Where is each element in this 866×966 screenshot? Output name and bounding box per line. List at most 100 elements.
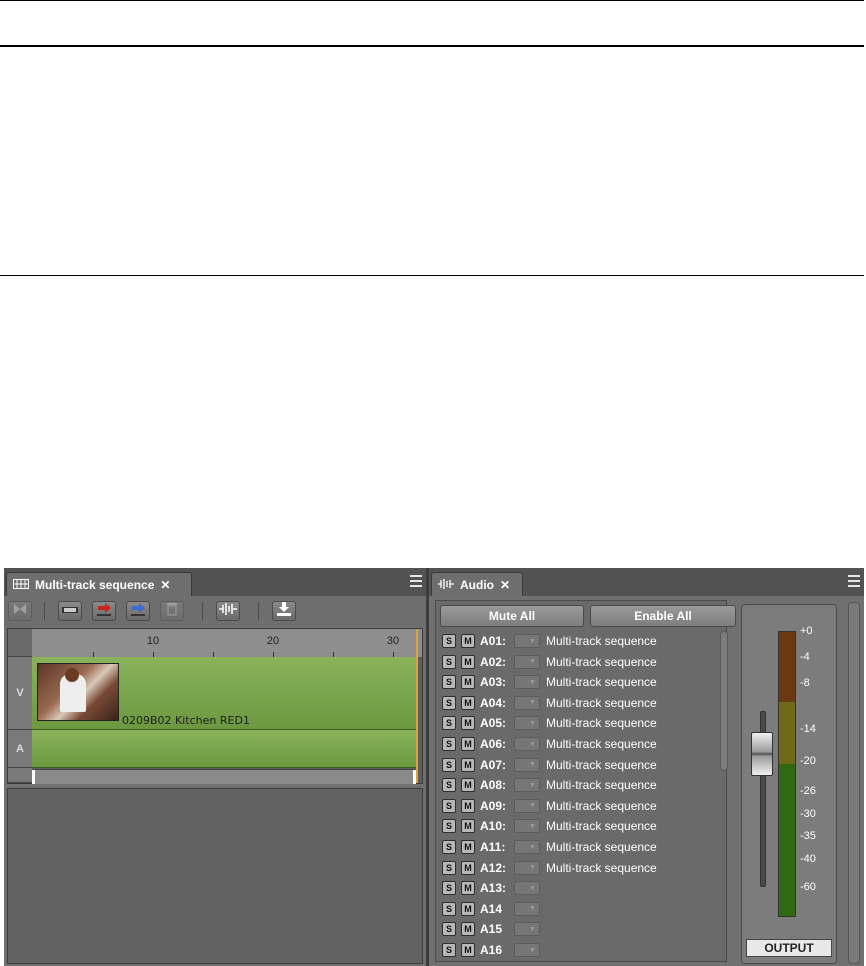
- solo-button[interactable]: S: [442, 860, 456, 875]
- panel-menu-icon[interactable]: [848, 575, 860, 587]
- mute-button[interactable]: M: [461, 695, 475, 710]
- channel-source-dropdown[interactable]: ▼: [514, 695, 540, 710]
- channel-source-dropdown[interactable]: ▼: [514, 716, 540, 731]
- channel-source-dropdown[interactable]: ▼: [514, 798, 540, 813]
- mute-button[interactable]: M: [461, 881, 475, 896]
- tab-title: Multi-track sequence: [35, 577, 155, 592]
- solo-button[interactable]: S: [442, 695, 456, 710]
- time-ruler[interactable]: 10 20 30: [32, 629, 422, 658]
- mark-in-out-button[interactable]: [8, 601, 32, 621]
- audio-panel-scrollbar[interactable]: [848, 602, 860, 964]
- solo-button[interactable]: S: [442, 798, 456, 813]
- channel-source-dropdown[interactable]: ▼: [514, 654, 540, 669]
- mute-all-button[interactable]: Mute All: [440, 605, 584, 627]
- splice-button[interactable]: [126, 601, 150, 621]
- mute-button[interactable]: M: [461, 737, 475, 751]
- audio-channel-row: S M A05: ▼ Multi-track sequence: [442, 713, 657, 733]
- mute-button[interactable]: M: [461, 634, 475, 648]
- channel-source-dropdown[interactable]: ▼: [514, 922, 540, 937]
- solo-button[interactable]: S: [442, 716, 456, 731]
- chevron-down-icon: ▼: [529, 884, 536, 892]
- solo-button[interactable]: S: [442, 922, 456, 937]
- overwrite-button[interactable]: [92, 601, 116, 621]
- channel-source: Multi-track sequence: [546, 675, 657, 690]
- solo-button[interactable]: S: [442, 634, 456, 648]
- mute-button[interactable]: M: [461, 757, 475, 772]
- channel-mixer: Mute All Enable All S M A01: ▼ Multi-track s…: [435, 600, 736, 962]
- delete-button[interactable]: [160, 601, 184, 621]
- channel-source-dropdown[interactable]: ▼: [514, 675, 540, 690]
- solo-button[interactable]: S: [442, 943, 456, 957]
- clip-button[interactable]: [58, 601, 82, 621]
- track-head-audio[interactable]: A: [8, 730, 32, 768]
- solo-button[interactable]: S: [442, 778, 456, 793]
- toolbar-separator: [202, 602, 203, 620]
- meter-yellow-zone: [779, 702, 795, 764]
- mute-button[interactable]: M: [461, 675, 475, 690]
- output-volume-knob[interactable]: [751, 732, 773, 776]
- track-head-video[interactable]: V: [8, 657, 32, 730]
- tab-multi-track-sequence[interactable]: Multi-track sequence ✕: [6, 572, 192, 596]
- channel-source-dropdown[interactable]: ▼: [514, 860, 540, 875]
- mark-in-out-icon: [13, 602, 27, 620]
- audio-track[interactable]: [32, 730, 416, 768]
- chevron-down-icon: ▼: [529, 781, 536, 789]
- chevron-down-icon: ▼: [529, 699, 536, 707]
- channel-source-dropdown[interactable]: ▼: [514, 943, 540, 957]
- close-icon[interactable]: ✕: [500, 578, 510, 592]
- panel-menu-icon[interactable]: [410, 575, 422, 587]
- channel-name: A07:: [480, 757, 507, 772]
- timeline-area[interactable]: 10 20 30 V 0209B02 Kitchen RED1 A: [7, 628, 423, 784]
- trash-icon: [166, 602, 178, 621]
- channel-source-dropdown[interactable]: ▼: [514, 757, 540, 772]
- mute-button[interactable]: M: [461, 778, 475, 793]
- tab-audio[interactable]: Audio ✕: [431, 572, 523, 596]
- video-track[interactable]: 0209B02 Kitchen RED1: [32, 657, 416, 730]
- toolbar-separator: [44, 602, 45, 620]
- top-rule: [0, 0, 864, 1]
- solo-button[interactable]: S: [442, 840, 456, 854]
- channel-source-dropdown[interactable]: ▼: [514, 840, 540, 854]
- export-button[interactable]: [272, 601, 296, 621]
- mute-button[interactable]: M: [461, 716, 475, 731]
- meter-green-zone: [779, 764, 795, 916]
- channel-source: Multi-track sequence: [546, 695, 657, 710]
- ruler-corner: [8, 629, 32, 657]
- mute-button[interactable]: M: [461, 798, 475, 813]
- solo-button[interactable]: S: [442, 901, 456, 916]
- solo-button[interactable]: S: [442, 654, 456, 669]
- channel-source-dropdown[interactable]: ▼: [514, 737, 540, 751]
- enable-all-button[interactable]: Enable All: [590, 605, 736, 627]
- chevron-down-icon: ▼: [529, 637, 536, 645]
- audio-channel-row: S M A01: ▼ Multi-track sequence: [442, 631, 657, 651]
- mute-button[interactable]: M: [461, 922, 475, 937]
- channel-name: A04:: [480, 695, 507, 710]
- solo-button[interactable]: S: [442, 737, 456, 751]
- channel-source-dropdown[interactable]: ▼: [514, 634, 540, 648]
- audio-channel-row: S M A03: ▼ Multi-track sequence: [442, 672, 657, 692]
- channel-source-dropdown[interactable]: ▼: [514, 901, 540, 916]
- close-icon[interactable]: ✕: [160, 578, 170, 592]
- solo-button[interactable]: S: [442, 757, 456, 772]
- channel-source-dropdown[interactable]: ▼: [514, 819, 540, 834]
- timeline-scrollbar[interactable]: [32, 769, 416, 784]
- mute-button[interactable]: M: [461, 943, 475, 957]
- mute-button[interactable]: M: [461, 819, 475, 834]
- solo-button[interactable]: S: [442, 675, 456, 690]
- clip-thumbnail[interactable]: [37, 663, 119, 721]
- timeline-tabbar: Multi-track sequence ✕: [4, 568, 426, 596]
- output-button[interactable]: OUTPUT: [746, 939, 832, 957]
- chevron-down-icon: ▼: [529, 658, 536, 666]
- playhead[interactable]: [416, 629, 418, 783]
- channel-source-dropdown[interactable]: ▼: [514, 778, 540, 793]
- mute-button[interactable]: M: [461, 860, 475, 875]
- channel-list-scrollbar[interactable]: [720, 631, 728, 771]
- mute-button[interactable]: M: [461, 654, 475, 669]
- audio-waveform-button[interactable]: [216, 601, 240, 621]
- solo-button[interactable]: S: [442, 881, 456, 896]
- channel-source-dropdown[interactable]: ▼: [514, 881, 540, 896]
- mute-button[interactable]: M: [461, 901, 475, 916]
- solo-button[interactable]: S: [442, 819, 456, 834]
- chevron-down-icon: ▼: [529, 761, 536, 769]
- mute-button[interactable]: M: [461, 840, 475, 854]
